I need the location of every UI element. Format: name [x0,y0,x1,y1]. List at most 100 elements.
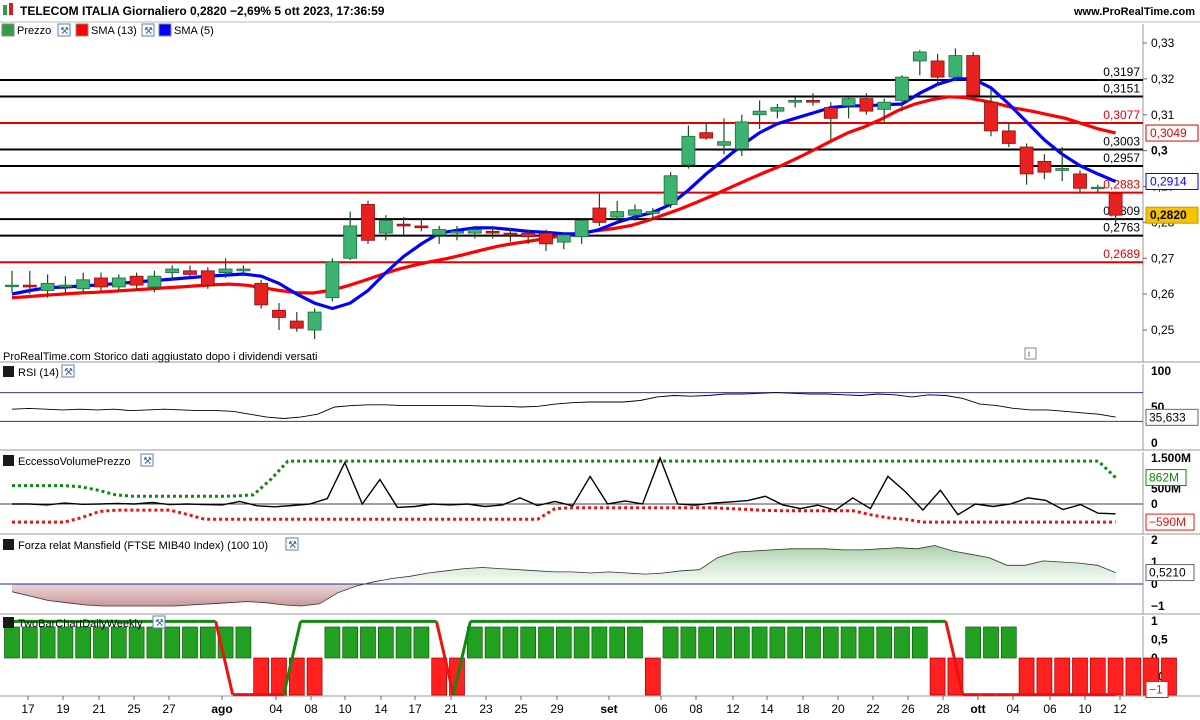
x-tick-label: 04 [269,702,283,716]
candle-body [218,268,233,274]
candle-body [628,209,642,216]
candle-body [539,232,553,245]
candle [361,200,375,244]
wrench-icon[interactable]: ⚒ [152,615,166,629]
x-tick-label: 29 [550,702,564,716]
candle [966,51,981,101]
price-panel[interactable]: 0,330,320,310,30,290,280,270,260,250,319… [0,24,1200,363]
level-label: 0,2689 [1103,247,1140,261]
twobar-bar [965,626,982,659]
candle [307,308,322,339]
candle-body [592,207,607,223]
candle [930,53,945,87]
candle-body [165,268,180,274]
candle-body [930,60,945,78]
candle-body [450,230,464,234]
candle [823,102,838,140]
wrench-icon[interactable]: ⚒ [61,364,75,378]
candle-body [699,132,714,139]
twobar-bar [431,657,448,696]
candle [1073,170,1087,194]
candle-body [1073,173,1087,189]
twobar-bar [502,626,519,659]
rsi-line [11,392,1116,419]
price-marker: 0,3049 [1145,124,1199,142]
candle [254,279,269,309]
candle-body [521,232,536,238]
twobar-bar [698,626,715,659]
y-tick-label: 0,32 [1151,72,1175,86]
info-icon[interactable]: i [1024,347,1037,360]
twobar-bar [182,626,198,659]
evp-panel[interactable]: 1.500M500M0−500M862M−590M [0,451,1200,535]
candle-body [841,98,856,107]
candle [94,272,108,291]
twobar-tick-label: 1 [1151,614,1158,628]
twobar-label: TwoBarChartDailyWeekly [18,618,143,630]
candle [556,233,571,250]
twobar-bar [484,626,501,659]
candle-body [94,277,108,288]
candle-body [432,229,447,236]
evp-header: EccessoVolumePrezzo ⚒ [3,453,154,468]
price-marker-label: 0,2914 [1150,174,1187,188]
twobar-bar [840,626,857,659]
rsi-panel[interactable]: 10050035,633 [0,364,1200,451]
y-tick-label: 0,25 [1151,323,1175,337]
twobar-bar [716,626,732,659]
wrench-icon[interactable]: ⚒ [57,23,71,37]
brand-label[interactable]: www.ProRealTime.com [1073,6,1195,18]
x-tick-label: 22 [866,702,880,716]
candle [539,229,553,252]
candle-body [40,282,55,291]
mansfield-header: Forza relat Mansfield (FTSE MIB40 Index)… [3,537,299,552]
twobar-bar [591,626,608,659]
twobar-bar [235,626,252,659]
x-tick-label: 23 [479,702,493,716]
candle-body [948,55,963,78]
twobar-bar [324,626,341,659]
candle [289,312,304,332]
y-tick-label: 0,3 [1151,144,1168,158]
twobar-value-label: −1 [1149,682,1163,696]
twobar-bar [733,626,750,659]
evp-lower-label: −590M [1149,515,1186,529]
twobar-bar [128,626,145,659]
wrench-icon[interactable]: ⚒ [140,453,154,467]
twobar-bar [1054,657,1071,696]
twobar-bar [680,626,697,659]
y-tick-label: 0,31 [1151,108,1175,122]
price-marker: 0,2820 [1145,206,1199,224]
rsi-tick-label: 100 [1151,364,1171,378]
x-tick-label: 25 [127,702,141,716]
candle-body [681,135,696,166]
candle-body [788,100,803,103]
wrench-icon[interactable]: ⚒ [141,23,155,37]
twobar-bar [894,626,910,659]
candle-body [183,270,197,275]
twobar-panel[interactable]: 10,50−0,5−1 [0,614,1200,698]
wrench-icon[interactable]: ⚒ [285,537,299,551]
twobar-bar [662,626,679,659]
candle [574,218,589,244]
svg-text:⚒: ⚒ [60,26,69,37]
evp-line [12,456,1116,516]
evp-tick-label: 1.500M [1151,451,1191,465]
x-tick-label: 06 [1043,702,1057,716]
candle-body [361,204,375,241]
twobar-bar [555,626,572,659]
sma13-line [11,95,1116,300]
candle-body [966,55,981,96]
legend-sma5: SMA (5) [174,25,214,37]
candle-body [76,279,91,290]
twobar-bar [876,626,893,659]
candle-body [129,275,144,286]
candle [1037,154,1052,180]
twobar-bar [644,657,661,696]
y-tick-label: 0,27 [1151,251,1175,265]
x-tick-label: 19 [56,702,70,716]
candle-body [1019,146,1034,175]
candle-body [147,275,162,288]
candle-body [823,107,838,119]
x-tick-label: set [600,702,617,716]
